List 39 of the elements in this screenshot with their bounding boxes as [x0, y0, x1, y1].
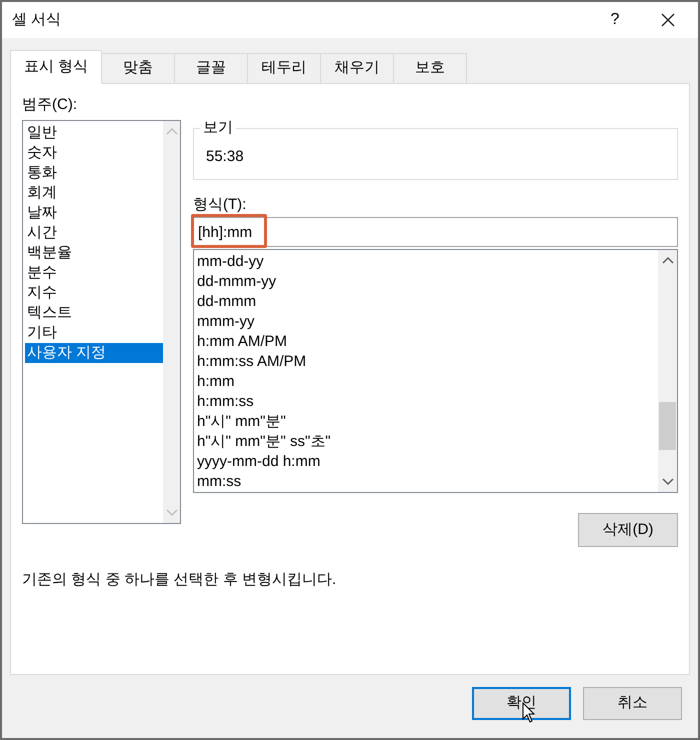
format-item[interactable]: yyyy-mm-dd h:mm — [197, 452, 658, 472]
format-item[interactable]: dd-mmm-yy — [197, 272, 658, 292]
category-item[interactable]: 텍스트 — [25, 303, 163, 323]
category-item[interactable]: 지수 — [25, 283, 163, 303]
tab[interactable]: 채우기 — [321, 53, 394, 84]
format-field[interactable]: [hh]:mm — [193, 217, 678, 247]
format-label: 형식(T): — [193, 195, 248, 214]
category-item[interactable]: 날짜 — [25, 203, 163, 223]
format-item[interactable]: h"시" mm"분" — [197, 412, 658, 432]
help-button[interactable]: ? — [592, 2, 638, 38]
window-title: 셀 서식 — [12, 10, 62, 30]
category-item[interactable]: 통화 — [25, 163, 163, 183]
format-item[interactable]: dd-mmm — [197, 292, 658, 312]
category-item[interactable]: 회계 — [25, 183, 163, 203]
format-item[interactable]: h:mm AM/PM — [197, 332, 658, 352]
format-item[interactable]: h:mm:ss AM/PM — [197, 352, 658, 372]
dialog-button[interactable]: 취소 — [583, 687, 682, 720]
format-item[interactable]: h"시" mm"분" ss"초" — [197, 432, 658, 452]
format-item[interactable]: mm:ss — [197, 472, 658, 492]
delete-button[interactable]: 삭제(D) — [578, 513, 678, 547]
category-item[interactable]: 숫자 — [25, 143, 163, 163]
tab[interactable]: 맞춤 — [102, 53, 176, 84]
format-item[interactable]: h:mm:ss — [197, 392, 658, 412]
category-item[interactable]: 분수 — [25, 263, 163, 283]
tab[interactable]: 표시 형식 — [10, 50, 102, 84]
format-item[interactable]: mm-dd-yy — [197, 252, 658, 272]
category-item[interactable]: 사용자 지정 — [25, 343, 163, 363]
category-item[interactable]: 기타 — [25, 323, 163, 343]
category-item[interactable]: 일반 — [25, 123, 163, 143]
tab[interactable]: 테두리 — [248, 53, 322, 84]
tab[interactable]: 글꼴 — [175, 53, 248, 84]
category-item[interactable]: 백분율 — [25, 243, 163, 263]
description-text: 기존의 형식 중 하나를 선택한 후 변형시킵니다. — [22, 570, 338, 590]
tab[interactable]: 보호 — [394, 53, 468, 84]
category-label: 범주(C): — [22, 95, 78, 115]
preview-value: 55:38 — [206, 146, 244, 167]
format-item[interactable]: h:mm — [197, 372, 658, 392]
format-item[interactable]: mmm-yy — [197, 312, 658, 332]
category-item[interactable]: 시간 — [25, 223, 163, 243]
